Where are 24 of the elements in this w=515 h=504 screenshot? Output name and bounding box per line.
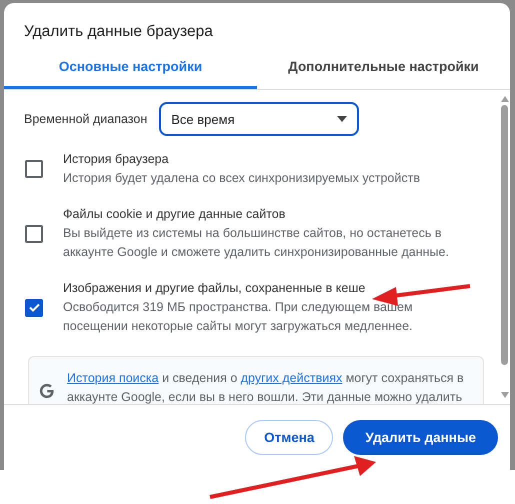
field-label: Временной диапазон: [24, 112, 148, 126]
caret-icon: [337, 116, 348, 122]
checkbox[interactable]: [25, 224, 43, 242]
option-description: Освободится 319 МБ пространства. При следующем вашем посещении некоторые сайты могут загружаться медленнее.: [63, 299, 414, 335]
link[interactable]: других действиях: [240, 371, 342, 385]
option-description: История будет удалена со всех синхронизируемых устройств: [63, 170, 421, 187]
scroll-down-icon[interactable]: [500, 392, 508, 398]
scroll-up-icon[interactable]: [500, 96, 508, 102]
time-range-dropdown[interactable]: Все время: [159, 102, 360, 136]
tab[interactable]: Дополнительные настройки: [257, 47, 510, 89]
option-title: Файлы cookie и другие данные сайтов: [63, 206, 286, 223]
check-icon: [28, 303, 40, 312]
info-text: История поиска и сведения о других действиях могут сохраняться в аккаунте Google, если вы в него вошли. Эти данные можно удалить: [67, 370, 465, 404]
cancel-button[interactable]: Отмена: [245, 420, 334, 455]
option-title: Изображения и другие файлы, сохраненные в кеше: [63, 280, 366, 297]
delete-data-button[interactable]: Удалить данные: [343, 420, 498, 455]
dialog-title: Удалить данные браузера: [23, 22, 214, 42]
option-description: Вы выйдете из системы на большинстве сайтов, но останетесь в аккаунте Google и сможете удалить синхронизированные данные.: [63, 225, 450, 261]
checkbox[interactable]: [25, 160, 43, 178]
option-title: История браузера: [63, 151, 169, 168]
link[interactable]: История поиска: [67, 371, 159, 385]
tab[interactable]: Основные настройки: [4, 47, 257, 89]
checkbox[interactable]: [25, 298, 43, 316]
google-g-icon: [39, 383, 55, 399]
